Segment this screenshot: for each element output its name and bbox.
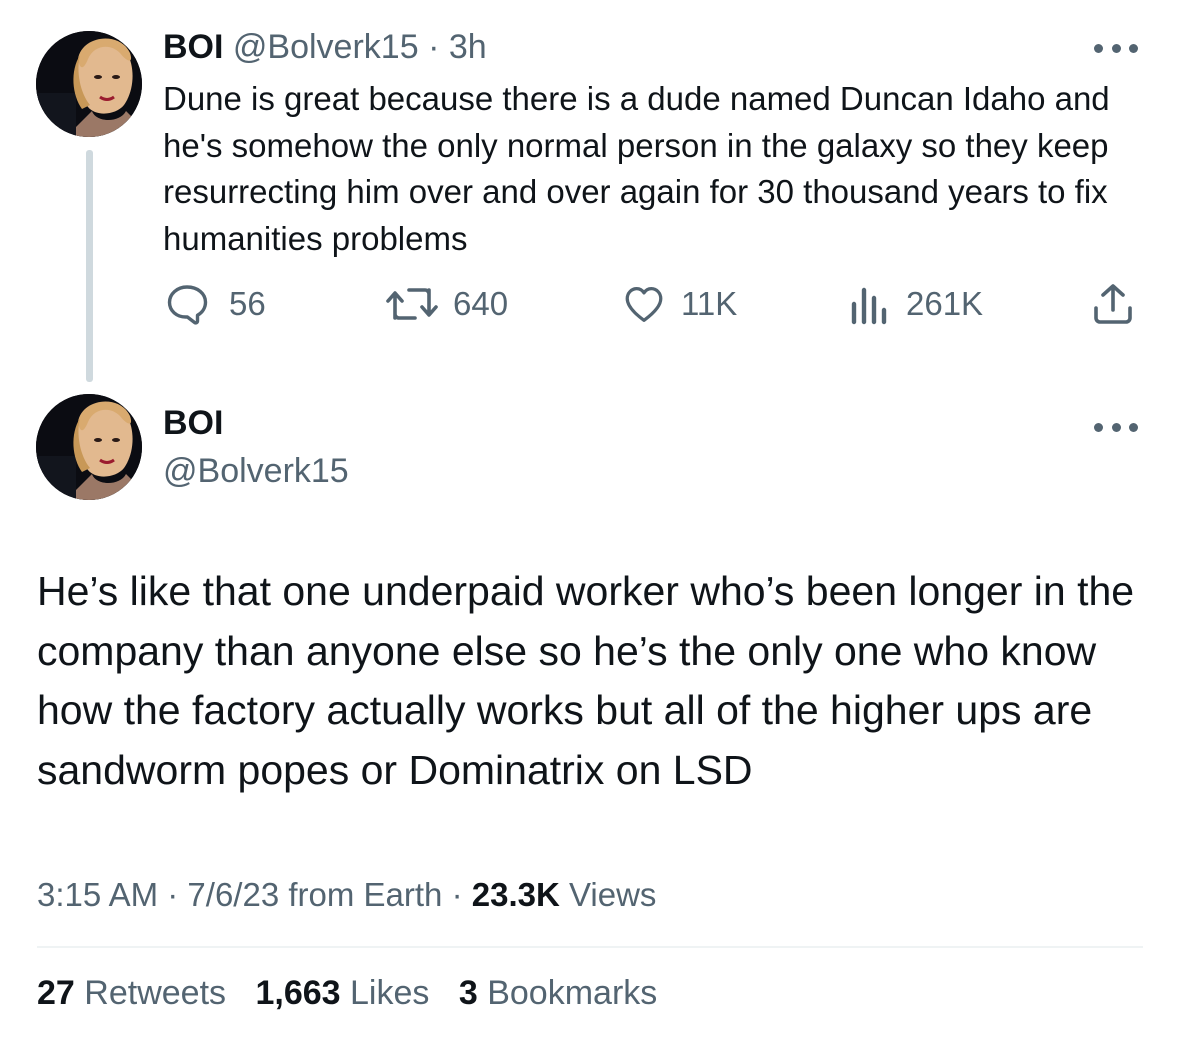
- reply-button[interactable]: 56: [163, 278, 266, 330]
- retweet-count: 640: [453, 285, 509, 322]
- tweet-meta: 3:15 AM · 7/6/23 from Earth · 23.3K View…: [37, 876, 656, 914]
- thread-line: [86, 150, 93, 382]
- reply-icon: [163, 280, 211, 328]
- views-label: Views: [568, 876, 657, 913]
- display-name[interactable]: BOI: [163, 28, 223, 66]
- retweet-icon: [385, 280, 439, 328]
- tweet-date[interactable]: 7/6/23: [187, 876, 279, 913]
- retweets-total: 27: [37, 974, 75, 1012]
- tweet-time[interactable]: 3:15 AM: [37, 876, 158, 913]
- share-icon: [1089, 280, 1137, 328]
- bookmarks-stat[interactable]: 3 Bookmarks: [459, 974, 657, 1012]
- handle[interactable]: @Bolverk15: [163, 452, 349, 491]
- share-button[interactable]: [1089, 278, 1137, 330]
- retweets-stat[interactable]: 27 Retweets: [37, 974, 226, 1012]
- bookmarks-label: Bookmarks: [487, 974, 658, 1012]
- views-total: 23.3K: [471, 876, 560, 913]
- more-icon[interactable]: [1094, 421, 1138, 433]
- avatar-image: [36, 394, 142, 500]
- separator: ·: [167, 876, 179, 913]
- views-button[interactable]: 261K: [848, 278, 983, 330]
- like-button[interactable]: 11K: [621, 278, 737, 330]
- retweet-button[interactable]: 640: [385, 278, 508, 330]
- display-name[interactable]: BOI: [163, 404, 223, 443]
- like-count: 11K: [681, 285, 738, 322]
- timestamp[interactable]: 3h: [449, 28, 487, 66]
- more-icon[interactable]: [1094, 42, 1138, 54]
- avatar[interactable]: [36, 31, 142, 137]
- views-icon: [848, 280, 888, 328]
- tweet1-text: Dune is great because there is a dude na…: [163, 80, 1110, 257]
- handle[interactable]: @Bolverk15: [233, 28, 419, 66]
- avatar[interactable]: [36, 394, 142, 500]
- divider: [37, 946, 1143, 948]
- tweet1-header: BOI @Bolverk15 · 3h: [163, 28, 487, 67]
- bookmarks-total: 3: [458, 974, 478, 1012]
- retweets-label: Retweets: [84, 974, 227, 1012]
- avatar-image: [36, 31, 142, 137]
- tweet2-text: He’s like that one underpaid worker who’…: [37, 568, 1135, 793]
- views-count: 261K: [906, 285, 984, 322]
- tweet-source: from Earth: [288, 876, 443, 913]
- like-icon: [621, 281, 667, 327]
- separator: ·: [451, 876, 463, 913]
- tweet-stats: 27 Retweets 1,663 Likes 3 Bookmarks: [37, 974, 657, 1013]
- separator: ·: [428, 28, 440, 66]
- likes-label: Likes: [350, 974, 430, 1012]
- likes-total: 1,663: [255, 974, 341, 1012]
- reply-count: 56: [229, 285, 266, 322]
- likes-stat[interactable]: 1,663 Likes: [255, 974, 429, 1012]
